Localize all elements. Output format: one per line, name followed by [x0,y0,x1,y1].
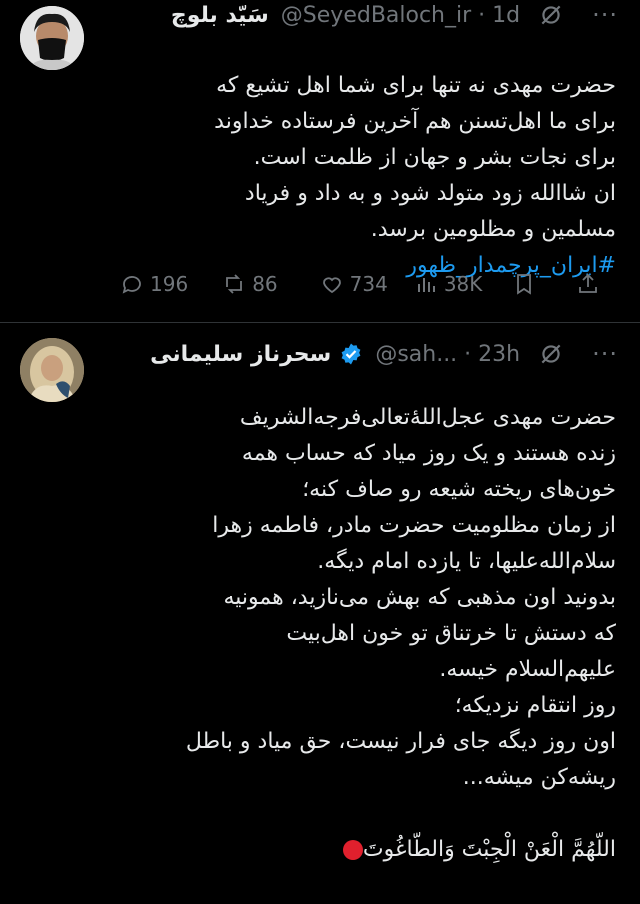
avatar-image [20,6,84,70]
tweet-text: حضرت مهدی عجل‌اللهٔ‌تعالی‌فرجه‌الشریف زن… [106,364,616,904]
view-count: 38K [443,272,483,296]
tweet-last-line: اللّهُمَّ الْعَنْ الْجِبْتَ وَالطّاغُوتَ [106,796,616,868]
reply-button[interactable]: 196 [120,272,188,296]
repost-icon [226,274,243,294]
views-button[interactable]: 38K [414,272,483,296]
tweet[interactable]: سَیّد بلوچ @SeyedBaloch_ir · 1d ··· حضرت… [0,0,640,322]
repost-button[interactable]: 86 [222,272,278,296]
tweet-body: حضرت مهدی عجل‌اللهٔ‌تعالی‌فرجه‌الشریف زن… [185,405,616,790]
handle-and-time[interactable]: @SeyedBaloch_ir · 1d [281,3,520,28]
share-button[interactable] [576,272,600,296]
avatar-image [20,338,84,402]
tweet-header: سَیّد بلوچ @SeyedBaloch_ir · 1d ··· [159,0,618,32]
verified-badge-icon[interactable] [339,342,363,366]
display-name[interactable]: سحرناز سلیمانی [150,342,331,367]
display-name[interactable]: سَیّد بلوچ [171,3,269,28]
bookmark-icon [517,274,532,295]
red-circle-emoji [342,840,363,860]
reply-count: 196 [150,272,189,296]
last-line-text: اللّهُمَّ الْعَنْ الْجِبْتَ وَالطّاغُوتَ [362,837,616,862]
like-button[interactable]: 734 [320,272,388,296]
more-options-icon[interactable]: ··· [592,1,618,29]
bookmark-button[interactable] [512,272,536,296]
share-icon [579,273,598,293]
grok-icon[interactable] [538,2,564,28]
like-count: 734 [349,272,388,296]
handle-and-time[interactable]: @sah... · 23h [375,342,520,367]
avatar[interactable] [20,338,84,402]
avatar[interactable] [20,6,84,70]
views-icon [417,278,435,292]
heart-icon [322,277,341,294]
repost-count: 86 [252,272,278,296]
tweet-body: حضرت مهدی نه تنها برای شما اهل تشیع که ب… [214,73,616,242]
tweet-actions: 196 86 734 38K [120,268,620,300]
reply-icon [122,276,141,294]
tweet-separator [0,322,640,323]
